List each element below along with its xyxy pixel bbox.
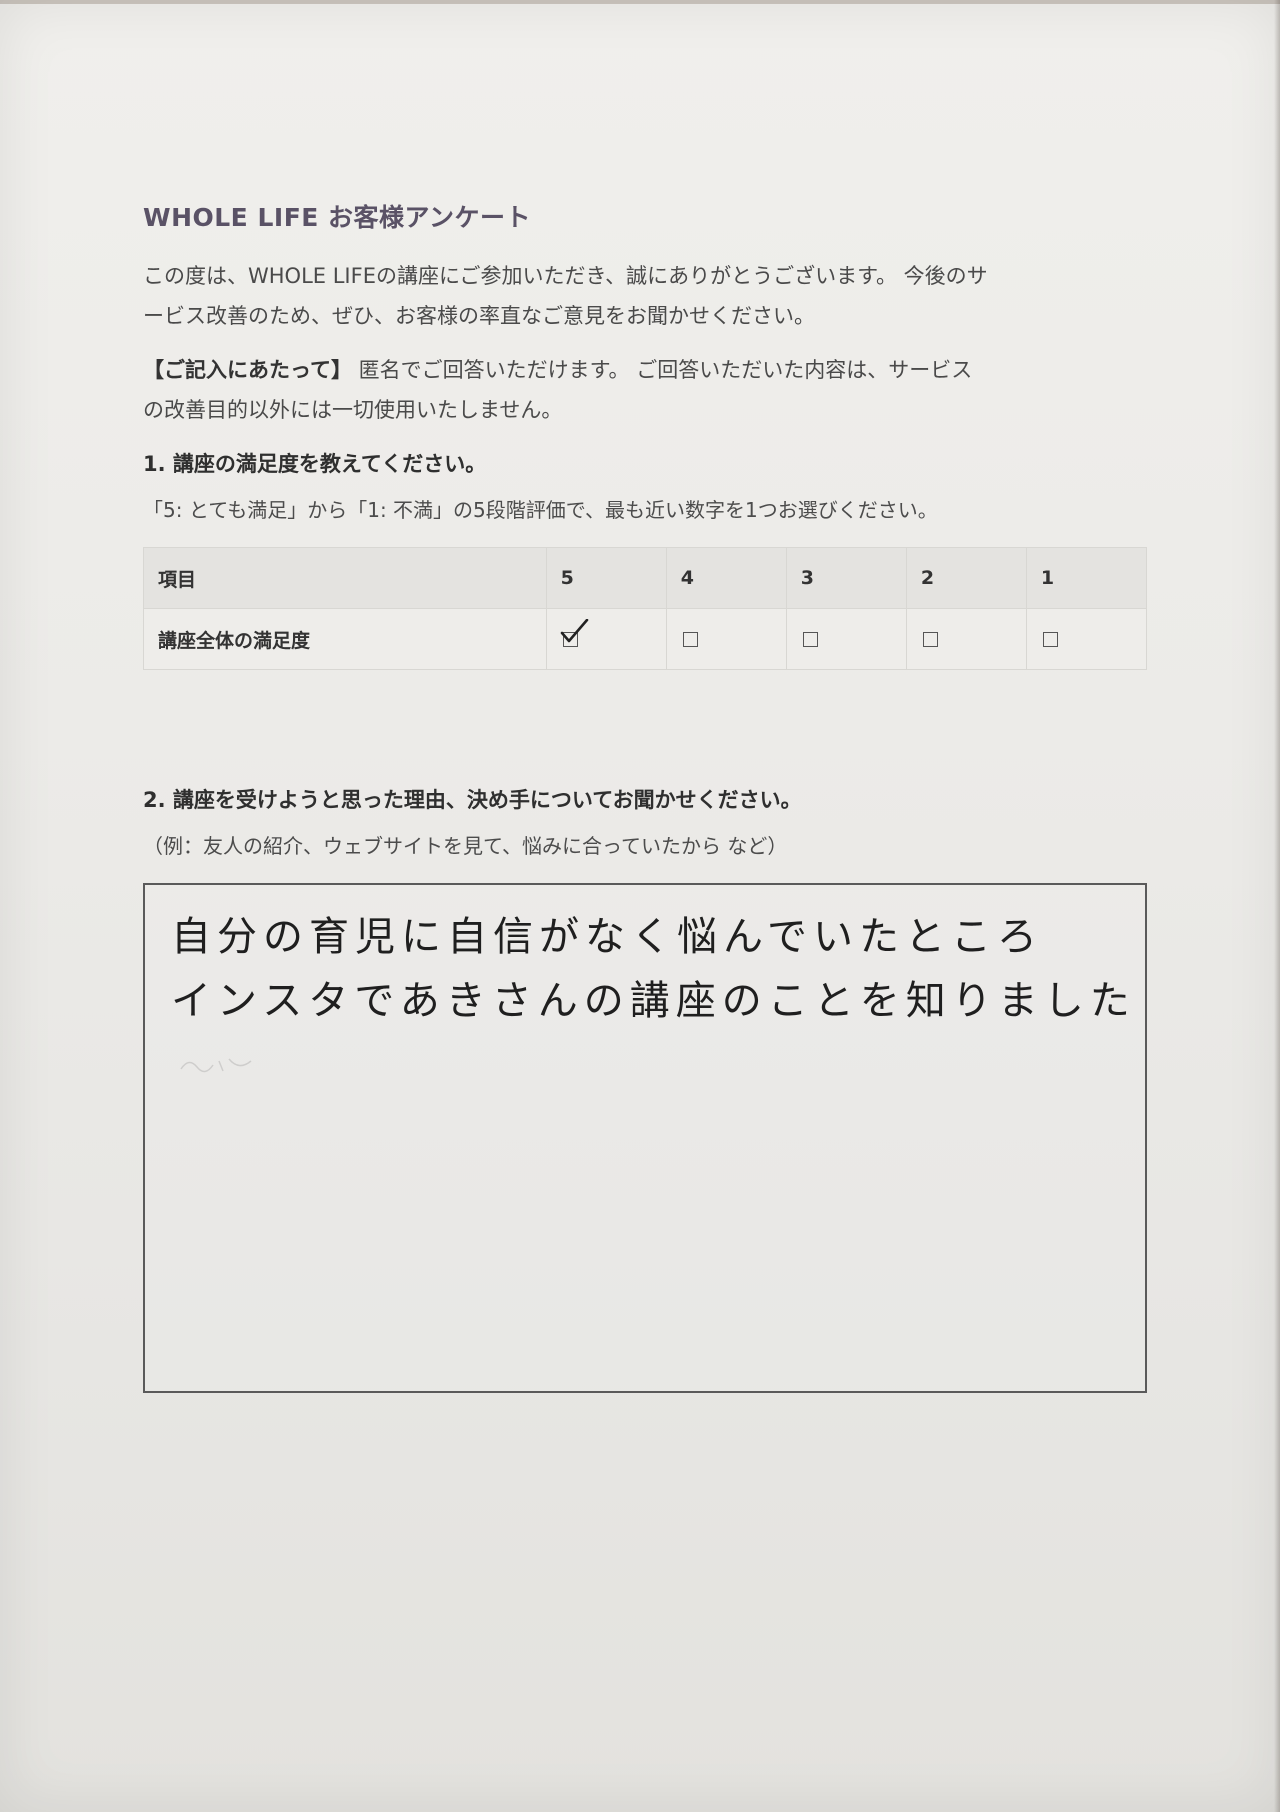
paper-top-edge — [0, 0, 1280, 4]
cell-score-1 — [1025, 608, 1148, 670]
survey-content: WHOLE LIFE お客様アンケート この度は、WHOLE LIFEの講座にご… — [143, 198, 1148, 1393]
question-2-title: 2. 講座を受けようと思った理由、決め手についてお聞かせください。 — [143, 788, 802, 812]
answer-line-1: 自分の育児に自信がなく悩んでいたところ — [171, 914, 1043, 960]
header-score-5: 5 — [545, 547, 667, 609]
paper-sheet: WHOLE LIFE お客様アンケート この度は、WHOLE LIFEの講座にご… — [0, 0, 1280, 1812]
answer-line-2: インスタであきさんの講座のことを知りました — [171, 978, 1136, 1024]
cell-score-3 — [785, 608, 907, 670]
header-item: 項目 — [143, 547, 547, 609]
faint-pencil-mark — [180, 1058, 252, 1073]
checkbox-score-4[interactable] — [682, 632, 698, 647]
table-row: 講座全体の満足度 — [143, 608, 1148, 670]
intro-paragraph: この度は、WHOLE LIFEの講座にご参加いただき、誠にありがとうございます。… — [143, 256, 1147, 336]
paper-right-edge — [1274, 0, 1280, 1812]
checkbox-score-1[interactable] — [1042, 632, 1058, 647]
notice-lead: 【ご記入にあたって】 — [143, 358, 352, 382]
satisfaction-table-header: 項目 5 4 3 2 1 — [143, 547, 1148, 609]
cell-score-2 — [905, 608, 1027, 670]
question-1-note: 「5: とても満足」から「1: 不満」の5段階評価で、最も近い数字を1つお選びく… — [143, 498, 938, 522]
notice-line-2: の改善目的以外には一切使用いたしません。 — [143, 398, 563, 422]
header-score-2: 2 — [905, 547, 1027, 609]
cell-score-5 — [545, 608, 667, 670]
checkmark-icon — [560, 619, 588, 643]
checkbox-score-3[interactable] — [802, 632, 818, 647]
survey-title: WHOLE LIFE お客様アンケート — [143, 203, 532, 232]
intro-line-2: ービス改善のため、ぜひ、お客様の率直なご意見をお聞かせください。 — [143, 304, 815, 328]
intro-line-1: この度は、WHOLE LIFEの講座にご参加いただき、誠にありがとうございます。… — [143, 264, 988, 288]
satisfaction-table: 項目 5 4 3 2 1 講座全体の満足度 — [143, 547, 1148, 670]
handwritten-answer: 自分の育児に自信がなく悩んでいたところ インスタであきさんの講座のことを知りまし… — [171, 905, 1136, 1033]
header-score-1: 1 — [1025, 547, 1148, 609]
header-score-4: 4 — [665, 547, 787, 609]
notice-line-1: 匿名でご回答いただけます。 ご回答いただいた内容は、サービス — [351, 358, 973, 382]
row-label-overall-satisfaction: 講座全体の満足度 — [143, 608, 547, 670]
question-1-title: 1. 講座の満足度を教えてください。 — [143, 452, 487, 476]
header-score-3: 3 — [785, 547, 907, 609]
notice-paragraph: 【ご記入にあたって】 匿名でご回答いただけます。 ご回答いただいた内容は、サービ… — [143, 350, 1147, 430]
checkbox-score-5[interactable] — [560, 619, 588, 647]
answer-box[interactable]: 自分の育児に自信がなく悩んでいたところ インスタであきさんの講座のことを知りまし… — [143, 883, 1147, 1393]
cell-score-4 — [665, 608, 787, 670]
question-2-note: （例：友人の紹介、ウェブサイトを見て、悩みに合っていたから など） — [143, 834, 788, 858]
checkbox-score-2[interactable] — [922, 632, 938, 647]
